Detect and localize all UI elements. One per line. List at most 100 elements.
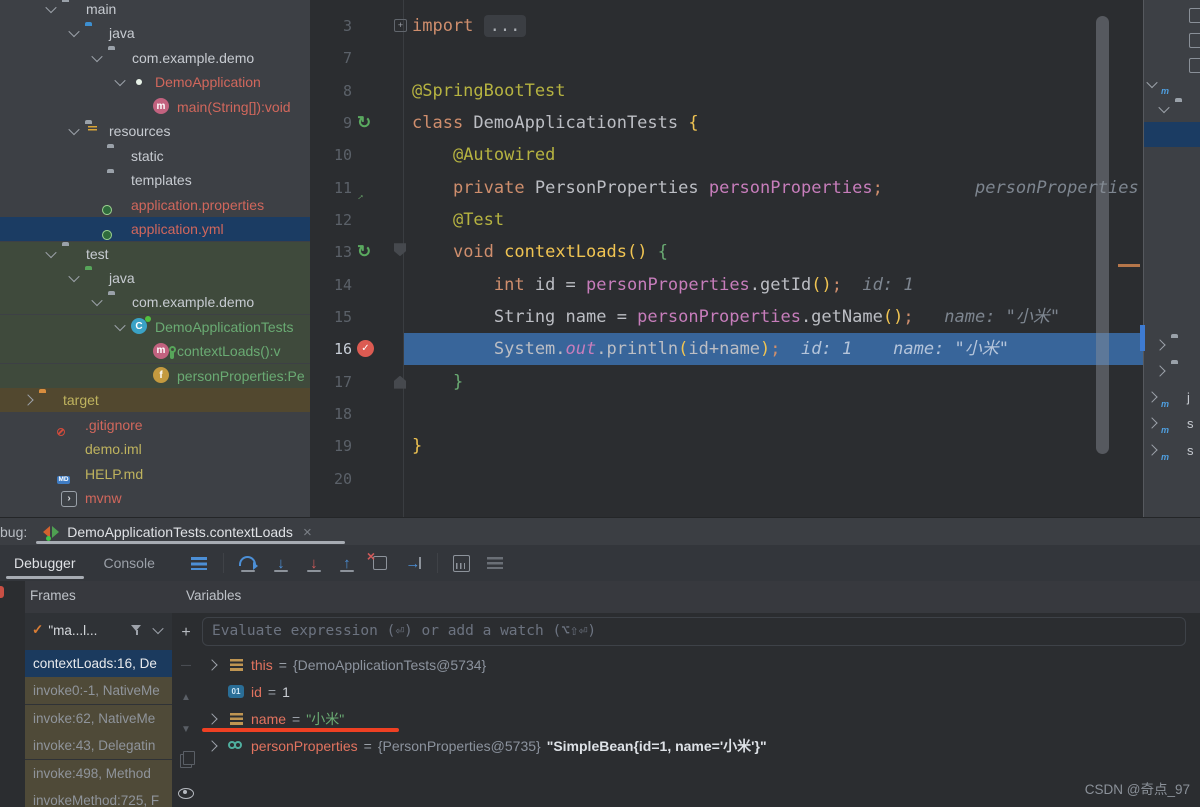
code-line[interactable]: } xyxy=(404,366,1143,398)
code-line[interactable] xyxy=(404,42,1143,74)
maven-tree-item[interactable] xyxy=(1154,359,1195,383)
move-down-icon[interactable]: ▼ xyxy=(172,717,200,741)
code-line[interactable] xyxy=(404,463,1143,495)
maven-tree-item[interactable]: ms xyxy=(1146,411,1194,435)
code-line[interactable]: private PersonProperties personPropertie… xyxy=(404,172,1143,204)
step-out-icon[interactable]: ↑ xyxy=(335,551,359,575)
code-line[interactable]: String name = personProperties.getName()… xyxy=(404,301,1143,333)
frame-row[interactable]: invoke0:-1, NativeMe xyxy=(25,677,172,704)
tree-item[interactable]: fpersonProperties:Pe xyxy=(0,364,310,388)
frame-row[interactable]: contextLoads:16, De xyxy=(25,650,172,677)
tree-item[interactable]: resources xyxy=(0,119,310,143)
code-line[interactable]: import ... xyxy=(404,10,1143,42)
add-watch-icon[interactable]: + xyxy=(172,621,200,645)
chevron-right-icon[interactable] xyxy=(206,740,217,751)
chevron-down-icon[interactable] xyxy=(68,26,79,37)
toolbar-button-icon[interactable] xyxy=(1189,33,1200,48)
thread-selector[interactable]: ✓ "ma...l... xyxy=(25,613,172,647)
chevron-down-icon[interactable] xyxy=(91,51,102,62)
chevron-right-icon[interactable] xyxy=(1154,339,1165,350)
run-to-cursor-icon[interactable]: → xyxy=(401,551,425,575)
tree-item[interactable]: templates xyxy=(0,168,310,192)
maven-tree-item[interactable] xyxy=(1154,333,1195,357)
tree-item[interactable]: target xyxy=(0,388,310,412)
tree-item[interactable]: java xyxy=(0,21,310,45)
code-line[interactable]: void contextLoads() { xyxy=(404,236,1143,268)
code-line[interactable]: class DemoApplicationTests { xyxy=(404,107,1143,139)
chevron-down-icon[interactable] xyxy=(152,623,163,634)
evaluate-expression-input[interactable]: Evaluate expression (⏎) or add a watch (… xyxy=(202,617,1186,646)
code-line[interactable]: } xyxy=(404,430,1143,462)
step-over-icon[interactable] xyxy=(236,551,260,575)
code-line[interactable]: @SpringBootTest xyxy=(404,75,1143,107)
tree-item[interactable]: static xyxy=(0,144,310,168)
view-settings-icon[interactable] xyxy=(483,551,507,575)
chevron-down-icon[interactable] xyxy=(91,295,102,306)
chevron-right-icon[interactable] xyxy=(22,395,33,406)
toolbar-button-icon[interactable] xyxy=(1189,8,1200,23)
remove-watch-icon[interactable]: — xyxy=(172,653,200,677)
tree-item[interactable]: test xyxy=(0,242,310,266)
code-line[interactable]: @Autowired xyxy=(404,139,1143,171)
code-line[interactable]: int id = personProperties.getId(); id: 1 xyxy=(404,269,1143,301)
variable-row[interactable]: 01id=1 xyxy=(200,678,1200,705)
tree-item[interactable]: CDemoApplicationTests xyxy=(0,315,310,339)
chevron-right-icon[interactable] xyxy=(206,659,217,670)
toolbar-button-icon[interactable] xyxy=(1189,58,1200,73)
maven-selected-row[interactable] xyxy=(1144,122,1200,147)
maven-tree-item[interactable]: mj xyxy=(1146,385,1190,409)
tab-debugger[interactable]: Debugger xyxy=(0,545,90,581)
code-line[interactable]: @Test xyxy=(404,204,1143,236)
chevron-down-icon[interactable] xyxy=(68,271,79,282)
chevron-down-icon[interactable] xyxy=(114,75,125,86)
layout-menu-icon[interactable] xyxy=(187,551,211,575)
editor-panel[interactable]: 3+789↻1011→1213↻141516✓17181920 import .… xyxy=(310,0,1143,517)
force-step-into-icon[interactable]: ↓ xyxy=(302,551,326,575)
chevron-down-icon[interactable] xyxy=(68,124,79,135)
tab-console[interactable]: Console xyxy=(90,545,169,581)
close-icon[interactable]: × xyxy=(303,524,312,541)
chevron-right-icon[interactable] xyxy=(1146,417,1157,428)
chevron-right-icon[interactable] xyxy=(1146,391,1157,402)
maven-tree-item[interactable]: m xyxy=(1146,72,1187,96)
move-up-icon[interactable]: ▲ xyxy=(172,685,200,709)
tree-item[interactable]: com.example.demo xyxy=(0,46,310,70)
chevron-right-icon[interactable] xyxy=(1154,365,1165,376)
frame-row[interactable]: invoke:498, Method xyxy=(25,760,172,787)
variable-row[interactable]: personProperties={PersonProperties@5735}… xyxy=(200,732,1200,759)
variable-row[interactable]: this={DemoApplicationTests@5734} xyxy=(200,651,1200,678)
maven-tree-item[interactable]: ms xyxy=(1146,438,1194,462)
editor-scrollbar[interactable] xyxy=(1096,16,1109,454)
maven-tree-item[interactable] xyxy=(1158,97,1199,121)
chevron-right-icon[interactable] xyxy=(1146,444,1157,455)
tree-item[interactable]: mmain(String[]):void xyxy=(0,95,310,119)
duplicate-watch-icon[interactable] xyxy=(172,749,200,773)
tree-item[interactable]: demo.iml xyxy=(0,437,310,461)
frame-row[interactable]: invokeMethod:725, F xyxy=(25,787,172,807)
code-line[interactable]: System.out.println(id+name); id: 1 name:… xyxy=(404,333,1143,365)
tree-item[interactable]: ›mvnw xyxy=(0,486,310,510)
frame-row[interactable]: invoke:43, Delegatin xyxy=(25,732,172,759)
run-test-icon[interactable]: ↻ xyxy=(357,115,371,132)
tree-item[interactable]: java xyxy=(0,266,310,290)
tree-item[interactable]: application.properties xyxy=(0,193,310,217)
filter-icon[interactable] xyxy=(131,625,142,635)
spring-leaf-icon[interactable] xyxy=(357,82,361,99)
show-watches-icon[interactable] xyxy=(172,781,200,805)
chevron-down-icon[interactable] xyxy=(1158,102,1169,113)
run-test-icon[interactable]: ↻ xyxy=(357,244,371,261)
frame-row[interactable]: invoke:62, NativeMe xyxy=(25,705,172,732)
chevron-right-icon[interactable] xyxy=(206,713,217,724)
tree-item[interactable]: mcontextLoads():v xyxy=(0,339,310,363)
evaluate-expression-icon[interactable] xyxy=(450,551,474,575)
drop-frame-icon[interactable] xyxy=(368,551,392,575)
step-into-icon[interactable]: ↓ xyxy=(269,551,293,575)
tree-item[interactable]: DemoApplication xyxy=(0,70,310,94)
breakpoint-icon[interactable]: ✓ xyxy=(357,340,375,357)
chevron-down-icon[interactable] xyxy=(114,320,125,331)
chevron-down-icon[interactable] xyxy=(45,246,56,257)
tree-item[interactable]: application.yml xyxy=(0,217,310,241)
tree-item[interactable]: com.example.demo xyxy=(0,290,310,314)
tree-item[interactable]: .gitignore xyxy=(0,413,310,437)
chevron-down-icon[interactable] xyxy=(45,2,56,13)
